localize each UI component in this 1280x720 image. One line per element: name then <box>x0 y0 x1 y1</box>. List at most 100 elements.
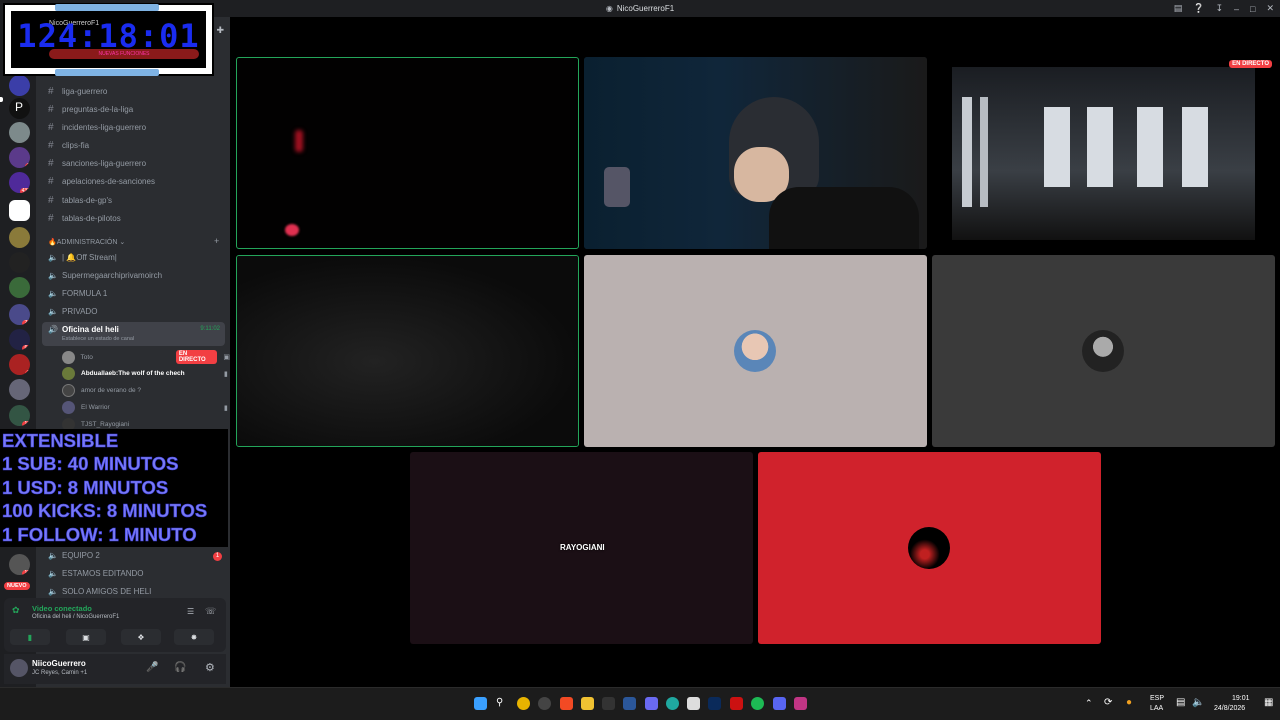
activities-button[interactable]: ❖ <box>121 629 161 645</box>
server-icon-7[interactable] <box>9 227 30 248</box>
stream-timer-overlay: NicoGuerreroF1 NUEVAS FUNCIONES 124:18:0… <box>3 3 214 76</box>
chrome-icon[interactable] <box>517 697 530 710</box>
chevron-up-icon[interactable]: ⌃ <box>1085 698 1093 709</box>
video-tile-webcam[interactable] <box>584 57 927 249</box>
screen-share-icon: ▣ <box>82 632 90 642</box>
microphone-icon[interactable]: ● <box>1126 697 1132 708</box>
close-icon[interactable]: ✕ <box>1266 3 1274 14</box>
member-toto[interactable]: Toto EN DIRECTO ▣ <box>62 350 230 364</box>
headphones-icon[interactable]: 🎧 <box>174 662 186 673</box>
voice-channel-estamos-editando[interactable]: 🔈 ESTAMOS EDITANDO <box>48 569 144 578</box>
word-icon[interactable] <box>623 697 636 710</box>
channel-liga-guerrero[interactable]: # liga-guerrero <box>48 86 107 97</box>
microphone-icon[interactable]: 🎤 <box>146 662 158 673</box>
avatar[interactable] <box>10 659 28 677</box>
voice-location[interactable]: Oficina del heli / NicoGuerreroF1 <box>32 614 119 620</box>
app-icon-2[interactable] <box>538 697 551 710</box>
promo-line: 100 KICKS: 8 MINUTOS <box>2 500 208 522</box>
app-icon-3[interactable] <box>602 697 615 710</box>
voice-connection-panel: ✿ Video conectado Oficina del heli / Nic… <box>4 598 226 652</box>
voice-channel-formula1[interactable]: 🔈 FORMULA 1 <box>48 289 107 298</box>
server-icon-4[interactable]: 8 <box>9 147 30 168</box>
channel-incidentes[interactable]: # incidentes-liga-guerrero <box>48 122 146 133</box>
network-icon[interactable]: ▤ <box>1176 697 1185 708</box>
notification-icon[interactable]: ▦ <box>1264 697 1273 708</box>
disconnect-icon[interactable]: ☏ <box>205 606 216 617</box>
help-icon[interactable]: ❔ <box>1193 3 1204 14</box>
gear-icon[interactable]: ⚙ <box>205 661 215 674</box>
screen-share-button[interactable]: ▣ <box>66 629 106 645</box>
voice-channel-solo-amigos[interactable]: 🔈 SOLO AMIGOS DE HELI <box>48 587 151 596</box>
voice-channel-equipo2[interactable]: 🔈 EQUIPO 2 <box>48 551 100 560</box>
channel-sidebar: ✚ # liga-guerrero # preguntas-de-la-liga #… <box>36 17 230 687</box>
language-code[interactable]: ESP <box>1150 695 1164 702</box>
download-icon[interactable]: ↧ <box>1215 3 1223 14</box>
server-icon-1[interactable] <box>9 75 30 96</box>
server-icon-11[interactable]: 64 <box>9 329 30 350</box>
explorer-icon[interactable] <box>581 697 594 710</box>
video-tile-game-stream[interactable]: EN DIRECTO <box>932 57 1275 249</box>
server-icon-12[interactable]: 8 <box>9 354 30 375</box>
video-tile-dark[interactable] <box>236 255 579 447</box>
app-icon-5[interactable] <box>687 697 700 710</box>
photoshop-icon[interactable] <box>708 697 721 710</box>
server-icon-2[interactable]: P <box>9 98 30 119</box>
camera-icon: ▮ <box>224 404 228 412</box>
voice-channel-off-stream[interactable]: 🔈 | 🔔Off Stream| <box>48 253 117 262</box>
video-tile-dark-red[interactable] <box>236 57 579 249</box>
voice-tile-dark[interactable] <box>932 255 1275 447</box>
member-abduallaeb[interactable]: Abduallaeb:The wolf of the chech ▮ <box>62 367 228 380</box>
server-icon-8[interactable] <box>9 252 30 273</box>
edge-icon[interactable] <box>666 697 679 710</box>
avatar <box>734 330 776 372</box>
add-member-icon[interactable]: ✚ <box>216 25 224 36</box>
speaker-icon: 🔈 <box>48 253 58 262</box>
category-administracion[interactable]: 🔥ADMINISTRACIÓN ⌄ <box>48 238 125 246</box>
voice-tile-red[interactable] <box>758 452 1101 644</box>
soundboard-button[interactable]: ✸ <box>174 629 214 645</box>
search-icon[interactable]: ⚲ <box>496 697 509 710</box>
app-icon-7[interactable] <box>773 697 786 710</box>
member-el-warrior[interactable]: El Warrior ▮ <box>62 401 228 414</box>
voice-channel-active[interactable]: 🔊 Oficina del heli 9:11:02 Establece un … <box>42 322 225 346</box>
server-icon-6[interactable] <box>9 200 30 221</box>
inbox-icon[interactable]: ▤ <box>1174 3 1183 14</box>
clock-time[interactable]: 19:01 <box>1232 695 1250 702</box>
minimize-icon[interactable]: – <box>1234 4 1239 14</box>
channel-clips-fia[interactable]: # clips-fia <box>48 140 89 151</box>
brave-icon[interactable] <box>560 697 573 710</box>
server-icon-5[interactable]: 437 <box>9 172 30 193</box>
voice-tile-grey[interactable] <box>584 255 927 447</box>
spotify-icon[interactable] <box>751 697 764 710</box>
voice-tile-rayogiani[interactable]: RAYOGIANI <box>410 452 753 644</box>
signal-icon: ✿ <box>12 605 20 615</box>
app-icon-6[interactable] <box>730 697 743 710</box>
camera-button[interactable]: ▮ <box>10 629 50 645</box>
server-icon-15[interactable]: 12 <box>9 554 30 575</box>
add-channel-icon[interactable]: + <box>214 236 219 246</box>
server-icon-14[interactable]: 16 <box>9 405 30 426</box>
new-badge: NUEVO <box>4 582 30 590</box>
clock-date: 24/8/2026 <box>1214 705 1246 712</box>
voice-channel-privado[interactable]: 🔈 PRIVADO <box>48 307 97 316</box>
noise-suppression-icon[interactable]: ☰ <box>187 607 194 616</box>
channel-apelaciones[interactable]: # apelaciones-de-sanciones <box>48 176 155 187</box>
instagram-icon[interactable] <box>794 697 807 710</box>
member-amor-de-verano[interactable]: amor de verano de ? <box>62 384 141 397</box>
app-icon-4[interactable] <box>645 697 658 710</box>
server-icon-10[interactable]: 74 <box>9 304 30 325</box>
channel-tablas-gp[interactable]: # tablas-de-gp's <box>48 195 112 206</box>
server-icon-3[interactable] <box>9 122 30 143</box>
channel-preguntas[interactable]: # preguntas-de-la-liga <box>48 104 133 115</box>
server-icon-9[interactable] <box>9 277 30 298</box>
sync-icon[interactable]: ⟳ <box>1104 697 1112 708</box>
channel-status[interactable]: Establece un estado de canal <box>62 336 134 342</box>
channel-tablas-pilotos[interactable]: # tablas-de-pilotos <box>48 213 121 224</box>
channel-sanciones[interactable]: # sanciones-liga-guerrero <box>48 158 146 169</box>
start-icon[interactable] <box>474 697 487 710</box>
maximize-icon[interactable]: □ <box>1250 4 1255 14</box>
voice-channel-supermega[interactable]: 🔈 Supermegaarchiprivamoirch <box>48 271 162 280</box>
volume-icon[interactable]: 🔈 <box>1192 697 1204 708</box>
hash-icon: # <box>48 86 54 97</box>
server-icon-13[interactable] <box>9 379 30 400</box>
